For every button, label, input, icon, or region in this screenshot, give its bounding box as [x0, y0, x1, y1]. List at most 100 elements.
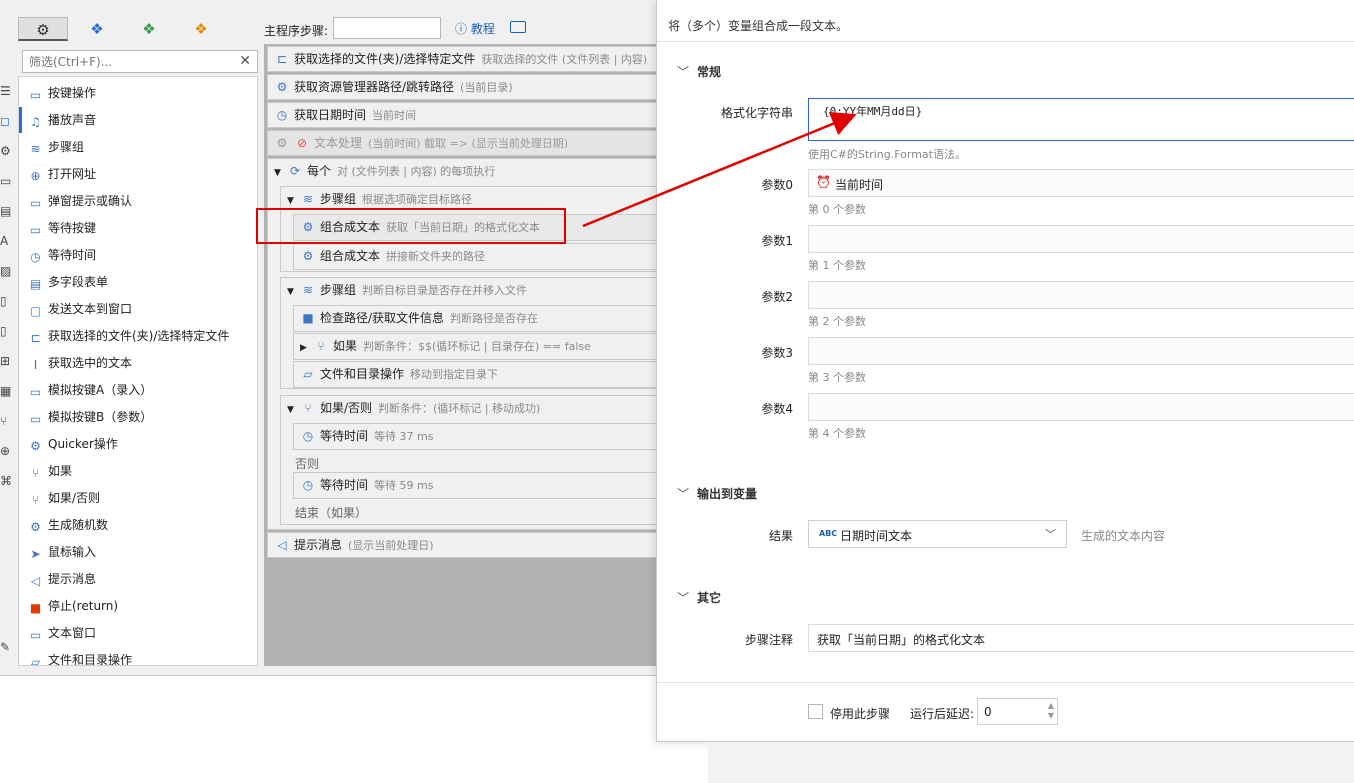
list-item[interactable]: ⚙ Quicker操作: [27, 432, 118, 456]
list-item[interactable]: ⚙ 生成随机数: [27, 513, 108, 537]
list-item[interactable]: ▭ 弹窗提示或确认: [27, 189, 132, 213]
branch-icon: ⑂: [317, 339, 325, 353]
tutorial-link[interactable]: ⓘ 教程: [455, 20, 495, 37]
step-row[interactable]: ◷ 等待时间 等待 59 ms: [293, 472, 670, 499]
timer-icon: ◷: [302, 429, 314, 443]
list-item[interactable]: I 获取选中的文本: [27, 351, 132, 375]
keyboard-icon: ▭: [29, 88, 42, 102]
clock-icon: ◷: [276, 108, 288, 122]
keyboard-icon: ▭: [29, 412, 42, 426]
gear-icon[interactable]: ⚙: [0, 144, 14, 158]
step-row[interactable]: ▱ 文件和目录操作 移动到指定目录下: [293, 361, 670, 388]
list-item[interactable]: ▭ 模拟按键A（录入）: [27, 378, 152, 402]
branch-icon: ⑂: [304, 401, 312, 415]
tab-system-actions[interactable]: ⚙: [18, 17, 68, 41]
keyboard-icon: ▭: [29, 223, 42, 237]
chevron-down-icon: ﹀: [1045, 528, 1056, 541]
wrench-icon[interactable]: ✎: [0, 640, 14, 654]
list-item[interactable]: ⊏ 获取选择的文件(夹)/选择特定文件: [27, 324, 229, 348]
keyboard-icon[interactable]: [510, 21, 526, 33]
list-item[interactable]: ≋ 步骤组: [27, 135, 84, 159]
disable-step-checkbox[interactable]: [808, 704, 823, 719]
collapse-icon[interactable]: ▼: [274, 160, 284, 186]
list-item[interactable]: ◷ 等待时间: [27, 243, 96, 267]
tab-custom-actions[interactable]: ❖: [176, 17, 226, 41]
note-label: 步骤注释: [744, 633, 793, 647]
branch-icon[interactable]: ⑂: [0, 414, 14, 428]
step-row[interactable]: ◷ 获取日期时间 当前时间: [267, 102, 668, 128]
chevron-down-icon: ﹀: [677, 487, 690, 501]
step-group-header[interactable]: ▼ ≋ 步骤组 判断目标目录是否存在并移入文件: [287, 277, 527, 303]
section-output[interactable]: ﹀ 输出到变量: [677, 485, 757, 502]
step-row-disabled[interactable]: ⚙ ⊘ 文本处理 (当前时间) 截取 => (显示当前处理日期): [267, 130, 668, 156]
clear-filter-icon[interactable]: ✕: [239, 53, 251, 69]
list-item[interactable]: ➤ 鼠标输入: [27, 540, 96, 564]
tab-shared-actions[interactable]: ❖: [72, 17, 122, 41]
steps-search-input[interactable]: [333, 17, 441, 39]
list-item[interactable]: ⊕ 打开网址: [27, 162, 96, 186]
step-row[interactable]: ⚙ 获取资源管理器路径/跳转路径 (当前目录): [267, 74, 668, 100]
step-row[interactable]: ◁ 提示消息 (显示当前处理日): [267, 532, 668, 558]
list-item[interactable]: ▭ 模拟按键B（参数）: [27, 405, 152, 429]
list-item[interactable]: ▤ 多字段表单: [27, 270, 108, 294]
divider: [657, 41, 1354, 42]
param0-label: 参数0: [761, 178, 793, 192]
text-icon[interactable]: A: [0, 234, 14, 248]
delay-stepper[interactable]: 0 ▲ ▼: [977, 698, 1058, 725]
param0-input[interactable]: ⏰ 当前时间: [808, 169, 1354, 197]
image-icon[interactable]: ▨: [0, 264, 14, 278]
list-icon[interactable]: ☰: [0, 84, 14, 98]
keyboard-icon: ▭: [29, 385, 42, 399]
list-item[interactable]: ▭ 文本窗口: [27, 621, 96, 645]
step-note-input[interactable]: 获取「当前日期」的格式化文本: [808, 624, 1354, 652]
param2-input[interactable]: [808, 281, 1354, 309]
bookmark-icon[interactable]: ◻: [0, 114, 14, 128]
windows-icon[interactable]: ⊞: [0, 354, 14, 368]
step-row[interactable]: ■ 检查路径/获取文件信息 判断路径是否存在: [293, 305, 670, 332]
step-row[interactable]: ⚙ 组合成文本 拼接新文件夹的路径: [293, 243, 670, 270]
expand-icon[interactable]: ▶: [300, 335, 310, 361]
param4-input[interactable]: [808, 393, 1354, 421]
foreach-header[interactable]: ▼ ⟳ 每个对 (文件列表 | 内容) 的每项执行: [274, 158, 495, 184]
document-icon[interactable]: ▯: [0, 324, 14, 338]
collapse-icon[interactable]: ▼: [287, 397, 297, 423]
globe-icon: ⊕: [30, 169, 41, 183]
network-icon[interactable]: ⌘: [0, 474, 14, 488]
result-variable-select[interactable]: ABC 日期时间文本 ﹀: [808, 520, 1067, 548]
spinner-icon[interactable]: ▲ ▼: [1048, 701, 1054, 721]
list-item[interactable]: ⑂ 如果/否则: [27, 486, 100, 510]
list-item[interactable]: ♫ 播放声音: [27, 108, 96, 132]
list-item[interactable]: ▭ 等待按键: [27, 216, 96, 240]
list-item[interactable]: ▢ 发送文本到窗口: [27, 297, 132, 321]
layers-icon: ≋: [302, 283, 314, 297]
tab-module-actions[interactable]: ❖: [124, 17, 174, 41]
window-icon[interactable]: ▤: [0, 204, 14, 218]
chevron-down-icon: ﹀: [677, 65, 690, 79]
step-row[interactable]: ▶ ⑂ 如果 判断条件：$$(循环标记 | 目录存在) == false: [293, 333, 670, 360]
param3-label: 参数3: [761, 346, 793, 360]
delay-label: 运行后延迟:: [910, 707, 975, 721]
clipboard-icon[interactable]: ▯: [0, 294, 14, 308]
step-row[interactable]: ⊏ 获取选择的文件(夹)/选择特定文件 获取选择的文件 (文件列表 | 内容): [267, 46, 668, 72]
param1-input[interactable]: [808, 225, 1354, 253]
format-string-input[interactable]: {0:YY年MM月dd日}: [808, 98, 1354, 141]
grid-icon[interactable]: ▦: [0, 384, 14, 398]
list-item[interactable]: ⑂ 如果: [27, 459, 72, 483]
step-row[interactable]: ◷ 等待时间 等待 37 ms: [293, 423, 670, 450]
param3-input[interactable]: [808, 337, 1354, 365]
list-item[interactable]: ■ 停止(return): [27, 594, 118, 618]
list-item[interactable]: ▱ 文件和目录操作: [27, 648, 132, 665]
section-general[interactable]: ﹀ 常规: [677, 63, 721, 80]
if-else-header[interactable]: ▼ ⑂ 如果/否则 判断条件：(循环标记 | 移动成功): [287, 395, 540, 421]
collapse-icon[interactable]: ▼: [287, 279, 297, 305]
gear-icon: ⚙: [302, 249, 314, 263]
list-item[interactable]: ◁ 提示消息: [27, 567, 96, 591]
filter-input[interactable]: [23, 51, 223, 72]
action-list: ▭ 按键操作 ♫ 播放声音 ≋ 步骤组 ⊕ 打开网址 ▭ 弹窗提示或确认 ▭ 等待按键 ◷ 等…: [18, 76, 258, 666]
windows-icon: ■: [302, 311, 314, 325]
globe-icon[interactable]: ⊕: [0, 444, 14, 458]
list-item[interactable]: ▭ 按键操作: [27, 81, 96, 105]
section-other[interactable]: ﹀ 其它: [677, 589, 721, 606]
action-category-tabs: ⚙ ❖ ❖ ❖: [18, 14, 250, 42]
keyboard-icon[interactable]: ▭: [0, 174, 14, 188]
